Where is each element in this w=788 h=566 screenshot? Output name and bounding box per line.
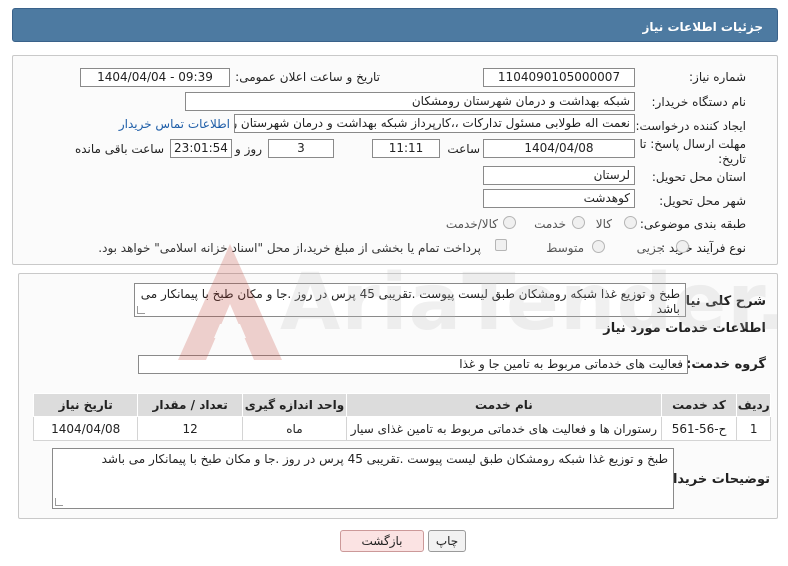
need-number-label: شماره نیاز: bbox=[689, 70, 746, 84]
services-table: ردیف کد خدمت نام خدمت واحد اندازه گیری ت… bbox=[32, 393, 771, 441]
buyer-notes-text: طبخ و توزیع غذا شبکه رومشکان طبق لیست پی… bbox=[101, 452, 668, 466]
city-label: شهر محل تحویل: bbox=[659, 194, 746, 208]
service-code-cell: ح-56-561 bbox=[660, 416, 738, 441]
summary-label: شرح کلی نیاز: bbox=[672, 294, 766, 309]
remaining-time-field[interactable]: 23:01:54 bbox=[170, 139, 232, 158]
deadline-label-date: تاریخ: bbox=[718, 152, 746, 166]
summary-textarea[interactable]: طبخ و توزیع غذا شبکه رومشکان طبق لیست پی… bbox=[134, 283, 686, 317]
creator-field[interactable]: نعمت اله طولابی مسئول تدارکات ،،کارپرداز… bbox=[234, 114, 635, 133]
treasury-payment-note: پرداخت تمام یا بخشی از مبلغ خرید،از محل … bbox=[98, 241, 481, 255]
buyer-contact-link[interactable]: اطلاعات تماس خریدار bbox=[119, 117, 230, 131]
buyer-org-field[interactable]: شبکه بهداشت و درمان شهرستان رومشکان bbox=[185, 92, 635, 111]
col-code-header: کد خدمت bbox=[660, 393, 738, 417]
service-group-field[interactable]: فعالیت های خدماتی مربوط به تامین جا و غذ… bbox=[138, 355, 688, 374]
category-label: طبقه بندی موضوعی: bbox=[639, 217, 746, 231]
col-date-header: تاریخ نیاز bbox=[32, 393, 139, 417]
table-row[interactable]: 1 ح-56-561 رستوران ها و فعالیت های خدمات… bbox=[32, 416, 771, 441]
announce-label: تاریخ و ساعت اعلان عمومی: bbox=[235, 70, 380, 84]
need-number-field[interactable]: 1104090105000007 bbox=[483, 68, 635, 87]
resize-grip-icon[interactable] bbox=[137, 306, 145, 314]
services-table-header: ردیف کد خدمت نام خدمت واحد اندازه گیری ت… bbox=[32, 393, 771, 417]
deadline-date-field[interactable]: 1404/04/08 bbox=[483, 139, 635, 158]
col-row-header: ردیف bbox=[736, 393, 771, 417]
process-medium-option: متوسط bbox=[546, 241, 584, 255]
buyer-notes-textarea[interactable]: طبخ و توزیع غذا شبکه رومشکان طبق لیست پی… bbox=[52, 448, 674, 509]
resize-grip-icon[interactable] bbox=[55, 498, 63, 506]
category-goods-option: کالا bbox=[595, 217, 612, 231]
category-goods-service-option: کالا/خدمت bbox=[445, 217, 498, 231]
category-goods-service-radio[interactable] bbox=[503, 216, 516, 229]
process-medium-radio[interactable] bbox=[592, 240, 605, 253]
col-name-header: نام خدمت bbox=[346, 393, 662, 417]
remaining-time-label: ساعت باقی مانده bbox=[74, 142, 164, 156]
category-service-radio[interactable] bbox=[572, 216, 585, 229]
service-name-cell: رستوران ها و فعالیت های خدماتی مربوط به … bbox=[346, 416, 662, 441]
back-button[interactable]: بازگشت bbox=[340, 530, 424, 552]
buyer-org-label: نام دستگاه خریدار: bbox=[651, 95, 747, 109]
page-title: جزئیات اطلاعات نیاز bbox=[642, 20, 763, 34]
page-title-bar: جزئیات اطلاعات نیاز bbox=[12, 8, 778, 42]
process-minor-option: جزیی bbox=[636, 241, 664, 255]
deadline-time-label: ساعت bbox=[447, 142, 480, 156]
services-section-title: اطلاعات خدمات مورد نیاز bbox=[603, 321, 766, 336]
deadline-label: مهلت ارسال پاسخ: تا bbox=[639, 137, 746, 151]
print-button[interactable]: چاپ bbox=[428, 530, 466, 552]
col-qty-header: تعداد / مقدار bbox=[137, 393, 243, 417]
province-field[interactable]: لرستان bbox=[483, 166, 635, 185]
buyer-notes-label: توضیحات خریدار: bbox=[660, 472, 770, 487]
treasury-payment-checkbox[interactable] bbox=[495, 239, 507, 251]
city-field[interactable]: کوهدشت bbox=[483, 189, 635, 208]
process-minor-radio[interactable] bbox=[676, 240, 689, 253]
province-label: استان محل تحویل: bbox=[651, 170, 746, 184]
service-group-label: گروه خدمت: bbox=[686, 357, 766, 372]
days-label: روز و bbox=[235, 142, 262, 156]
need-date-cell: 1404/04/08 bbox=[32, 416, 139, 441]
summary-text: طبخ و توزیع غذا شبکه رومشکان طبق لیست پی… bbox=[140, 287, 680, 316]
col-unit-header: واحد اندازه گیری bbox=[241, 393, 348, 417]
unit-cell: ماه bbox=[241, 416, 348, 441]
row-number-cell: 1 bbox=[736, 416, 771, 441]
process-label: نوع فرآیند خرید : bbox=[661, 241, 746, 255]
announce-datetime-field[interactable]: 1404/04/04 - 09:39 bbox=[80, 68, 230, 87]
quantity-cell: 12 bbox=[137, 416, 243, 441]
creator-label: ایجاد کننده درخواست: bbox=[635, 119, 746, 133]
category-service-option: خدمت bbox=[534, 217, 566, 231]
deadline-time-field[interactable]: 11:11 bbox=[372, 139, 440, 158]
category-goods-radio[interactable] bbox=[624, 216, 637, 229]
days-field[interactable]: 3 bbox=[268, 139, 334, 158]
